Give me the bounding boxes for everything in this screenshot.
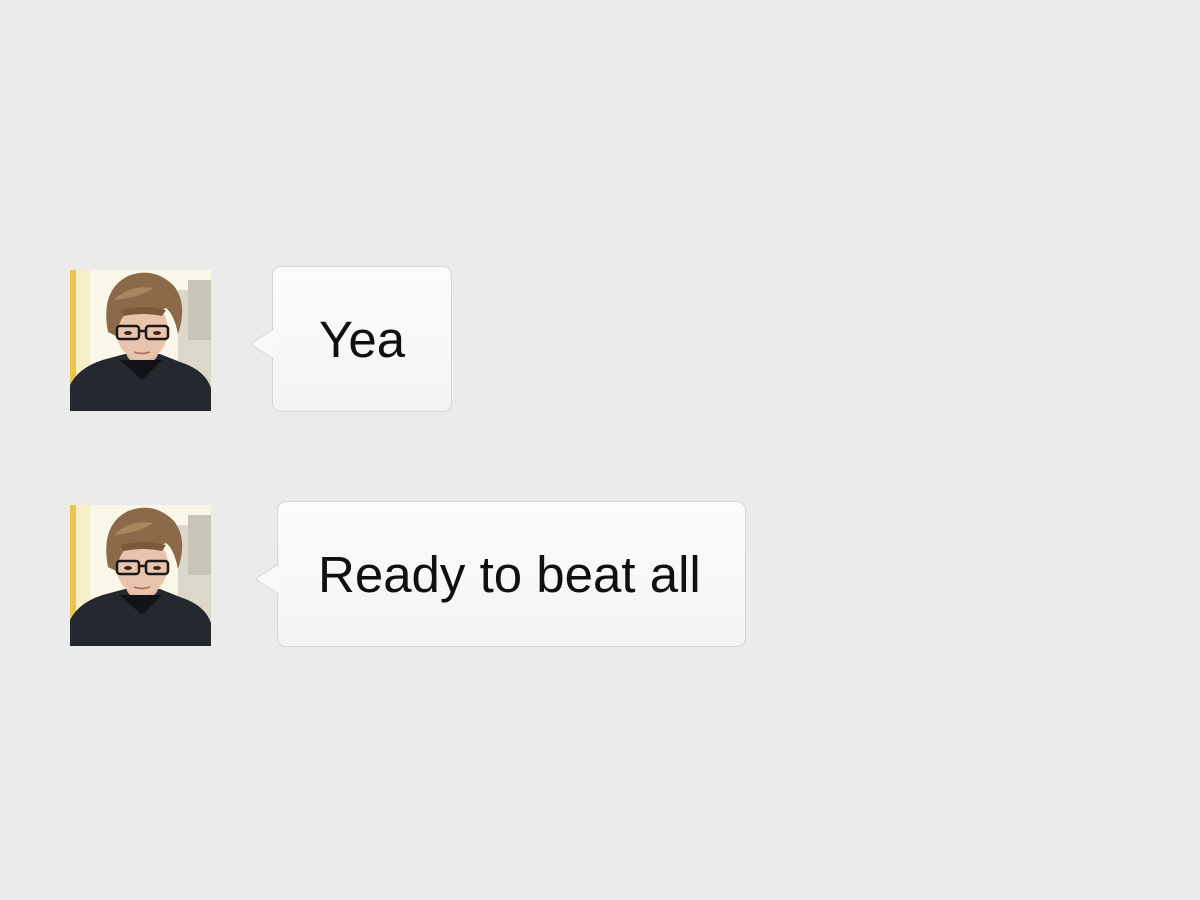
avatar[interactable] xyxy=(70,270,211,411)
message-text: Yea xyxy=(319,310,406,368)
message-text: Ready to beat all xyxy=(318,545,701,603)
message-bubble[interactable]: Ready to beat all xyxy=(256,501,746,647)
avatar[interactable] xyxy=(70,505,211,646)
bubble-tail xyxy=(250,329,274,359)
bubble-tail xyxy=(255,564,279,594)
chat-area: Yea Ready to beat all xyxy=(0,0,1200,900)
message-bubble[interactable]: Yea xyxy=(251,266,453,412)
